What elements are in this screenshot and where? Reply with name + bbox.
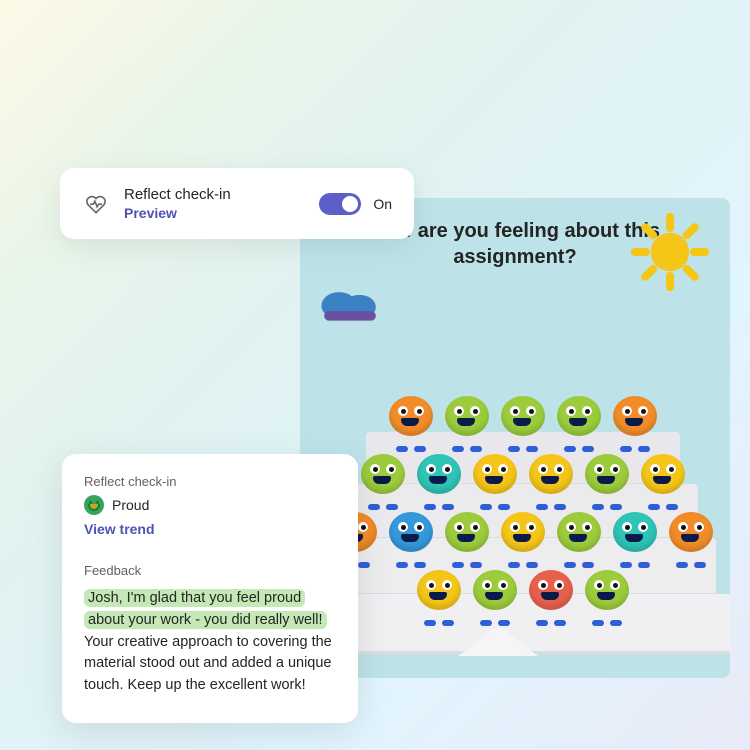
- reflect-toggle-card: Reflect check-in Preview On: [60, 168, 414, 239]
- feedback-card: Reflect check-in Proud View trend Feedba…: [62, 454, 358, 723]
- heart-icon: [82, 190, 110, 218]
- emotion-label: Proud: [112, 497, 149, 513]
- feelings-monster[interactable]: [528, 450, 574, 504]
- feelings-monster[interactable]: [472, 450, 518, 504]
- proud-emoji-icon: [84, 495, 104, 515]
- assignment-feelings-panel: How are you feeling about this assignmen…: [300, 198, 730, 678]
- feedback-rest: Your creative approach to covering the m…: [84, 634, 332, 694]
- feelings-monster[interactable]: [612, 508, 658, 562]
- feedback-text: Josh, I'm glad that you feel proud about…: [84, 588, 336, 697]
- view-trend-link[interactable]: View trend: [84, 521, 336, 537]
- feelings-monster[interactable]: [612, 392, 658, 446]
- feelings-monster[interactable]: [556, 508, 602, 562]
- feelings-monster[interactable]: [640, 450, 686, 504]
- feelings-monster[interactable]: [388, 508, 434, 562]
- feelings-monster[interactable]: [500, 508, 546, 562]
- toggle-state-label: On: [373, 196, 392, 212]
- feelings-monster[interactable]: [360, 450, 406, 504]
- feedback-heading: Feedback: [84, 563, 336, 578]
- preview-link[interactable]: Preview: [124, 205, 319, 221]
- feelings-monster[interactable]: [416, 566, 462, 620]
- feelings-monster[interactable]: [444, 392, 490, 446]
- toggle-title: Reflect check-in: [124, 186, 319, 203]
- cloud-icon: [316, 282, 384, 324]
- feelings-monster[interactable]: [416, 450, 462, 504]
- sun-icon: [630, 212, 710, 292]
- feelings-monster[interactable]: [528, 566, 574, 620]
- feelings-monster[interactable]: [500, 392, 546, 446]
- feelings-monster[interactable]: [472, 566, 518, 620]
- toggle-title-box: Reflect check-in Preview: [124, 186, 319, 221]
- feelings-monster[interactable]: [668, 508, 714, 562]
- feelings-monster[interactable]: [444, 508, 490, 562]
- feelings-monster[interactable]: [584, 566, 630, 620]
- emotion-row: Proud: [84, 495, 336, 515]
- feedback-card-title: Reflect check-in: [84, 474, 336, 489]
- feelings-monster[interactable]: [388, 392, 434, 446]
- feelings-monster[interactable]: [556, 392, 602, 446]
- feedback-highlight: Josh, I'm glad that you feel proud about…: [84, 589, 327, 629]
- reflect-toggle-switch[interactable]: [319, 193, 361, 215]
- bleacher-stage: [320, 336, 726, 654]
- feelings-monster[interactable]: [584, 450, 630, 504]
